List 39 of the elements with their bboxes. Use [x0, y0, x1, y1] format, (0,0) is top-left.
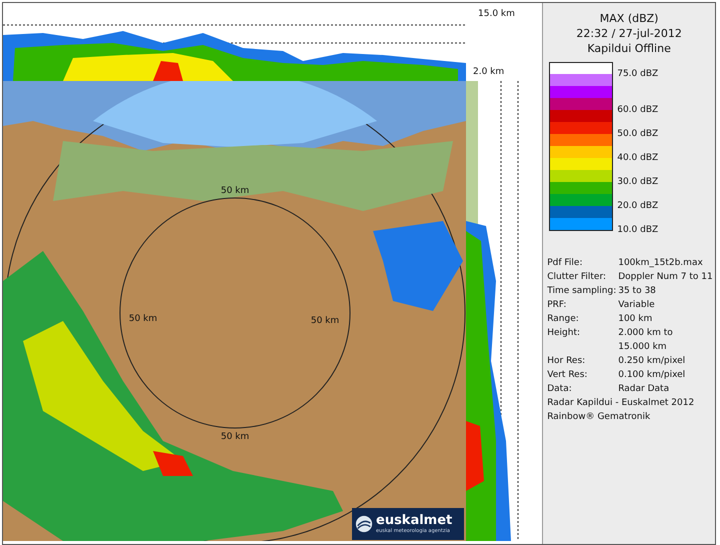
range-ring-label: 50 km: [310, 316, 340, 326]
timestamp: 22:32 / 27-jul-2012: [576, 26, 682, 41]
globe-icon: [355, 515, 373, 533]
info-value: 0.100 km/pixel: [618, 369, 686, 382]
legend-label: 50.0 dBZ: [617, 128, 658, 140]
info-label: Hor Res:: [547, 355, 586, 368]
info-value: Radar Data: [618, 383, 670, 396]
info-value: 15.000 km: [618, 341, 667, 354]
info-value: Variable: [618, 299, 655, 312]
info-label: Time sampling:: [547, 285, 618, 298]
info-value: Doppler Num 7 to 11: [618, 271, 713, 284]
logo-name: euskalmet: [376, 513, 452, 528]
height-label: 15.0 km: [478, 9, 515, 19]
info-label: Pdf File:: [547, 257, 584, 270]
legend-label: 30.0 dBZ: [617, 176, 658, 188]
credit-text: Radar Kapildui - Euskalmet 2012: [547, 397, 696, 410]
info-value: 0.250 km/pixel: [618, 355, 686, 368]
info-value: 2.000 km to: [618, 327, 673, 340]
info-value: 100km_15t2b.max: [618, 257, 703, 270]
info-label: PRF:: [547, 299, 568, 312]
info-label: Height:: [547, 327, 582, 340]
panel-title: MAX (dBZ): [600, 11, 658, 26]
credit-text: Rainbow® Gematronik: [547, 411, 652, 424]
legend-label: 60.0 dBZ: [617, 104, 658, 116]
info-value: 35 to 38: [618, 285, 656, 298]
height-label: 2.0 km: [473, 67, 504, 77]
legend-label: 20.0 dBZ: [617, 200, 658, 212]
range-ring-label: 50 km: [220, 186, 250, 196]
legend-label: 10.0 dBZ: [617, 224, 658, 236]
range-ring-label: 50 km: [128, 314, 158, 324]
legend-label: 75.0 dBZ: [617, 68, 658, 80]
info-label: Vert Res:: [547, 369, 588, 382]
range-ring-label: 50 km: [220, 432, 250, 442]
info-label: Data:: [547, 383, 573, 396]
radar-status: Kapildui Offline: [587, 41, 671, 56]
info-label: Range:: [547, 313, 580, 326]
info-label: Clutter Filter:: [547, 271, 608, 284]
info-value: 100 km: [618, 313, 652, 326]
legend-label: 40.0 dBZ: [617, 152, 658, 164]
